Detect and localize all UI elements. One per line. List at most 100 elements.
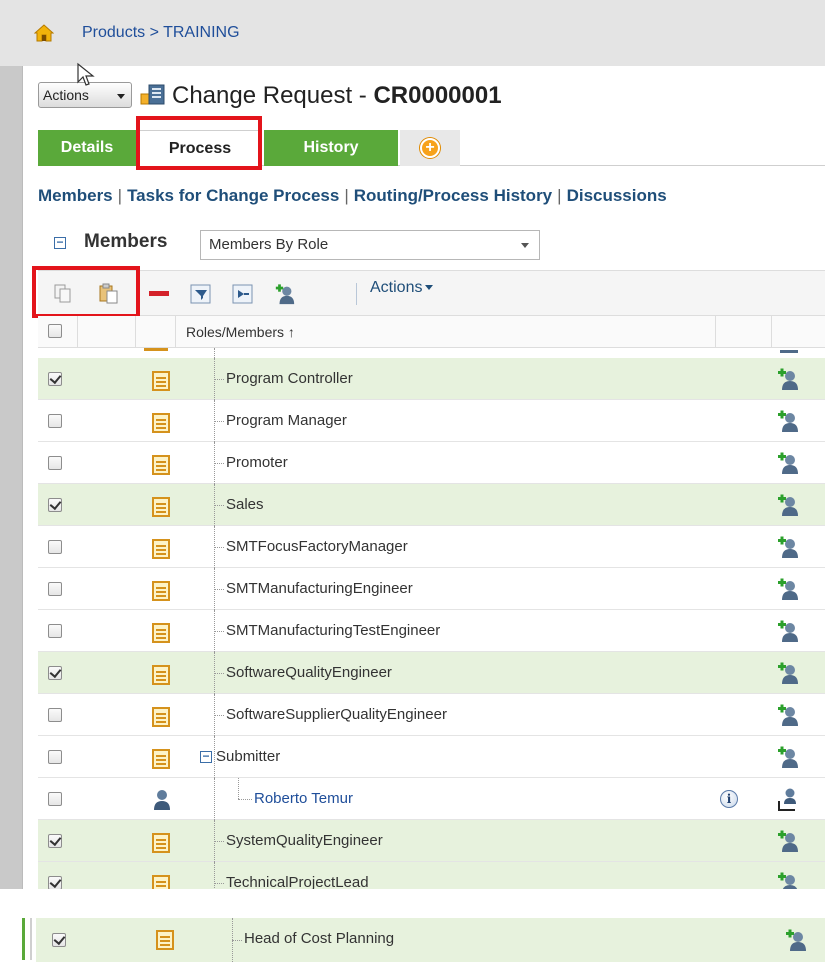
add-user-icon[interactable] <box>776 661 800 685</box>
table-row-head-of-cost-planning[interactable]: Head of Cost Planning <box>36 918 825 962</box>
member-name-link[interactable]: Roberto Temur <box>254 790 353 807</box>
tree-connector <box>214 736 215 778</box>
row-label[interactable]: Submitter <box>216 748 280 765</box>
row-label[interactable]: SMTManufacturingEngineer <box>226 580 413 597</box>
table-row[interactable]: SoftwareQualityEngineer <box>38 652 825 694</box>
add-user-icon[interactable] <box>274 283 296 305</box>
row-checkbox[interactable] <box>48 498 62 512</box>
row-checkbox[interactable] <box>48 666 62 680</box>
scroll-cut <box>22 889 825 903</box>
add-user-icon[interactable] <box>776 535 800 559</box>
table-row[interactable]: SoftwareSupplierQualityEngineer <box>38 694 825 736</box>
add-user-icon[interactable] <box>776 367 800 391</box>
header-cell <box>136 316 176 348</box>
role-icon <box>152 413 170 433</box>
collapse-icon[interactable]: − <box>54 236 66 249</box>
tree-connector <box>214 589 224 590</box>
row-checkbox[interactable] <box>48 750 62 764</box>
table-row[interactable]: SMTFocusFactoryManager <box>38 526 825 568</box>
row-checkbox[interactable] <box>48 540 62 554</box>
row-label[interactable]: SMTFocusFactoryManager <box>226 538 408 555</box>
add-user-icon[interactable] <box>776 451 800 475</box>
tree-connector <box>214 463 224 464</box>
table-row[interactable]: Promoter <box>38 442 825 484</box>
row-label[interactable]: Program Manager <box>226 412 347 429</box>
left-rail <box>0 66 22 889</box>
tree-connector <box>214 883 224 884</box>
tree-connector <box>214 673 224 674</box>
row-checkbox[interactable] <box>48 876 62 890</box>
filter-list-icon[interactable] <box>190 283 212 305</box>
table-row[interactable]: SMTManufacturingTestEngineer <box>38 610 825 652</box>
row-checkbox[interactable] <box>48 372 62 386</box>
row-checkbox[interactable] <box>48 624 62 638</box>
add-user-icon[interactable] <box>776 409 800 433</box>
table-row[interactable]: − Submitter <box>38 736 825 778</box>
row-label[interactable]: Promoter <box>226 454 288 471</box>
row-checkbox[interactable] <box>48 456 62 470</box>
user-icon <box>154 790 170 810</box>
add-user-icon[interactable] <box>776 745 800 769</box>
row-checkbox[interactable] <box>48 582 62 596</box>
subnav-routing-history[interactable]: Routing/Process History <box>354 186 552 205</box>
row-label[interactable]: Sales <box>226 496 264 513</box>
home-icon[interactable] <box>34 24 54 42</box>
members-view-selected: Members By Role <box>209 236 329 253</box>
table-row[interactable]: Program Manager <box>38 400 825 442</box>
table-row-member[interactable]: Roberto Temur i <box>38 778 825 820</box>
role-icon <box>152 539 170 559</box>
table-row[interactable]: SMTManufacturingEngineer <box>38 568 825 610</box>
row-checkbox[interactable] <box>48 792 62 806</box>
tree-connector <box>214 421 224 422</box>
row-label[interactable]: SMTManufacturingTestEngineer <box>226 622 440 639</box>
row-checkbox[interactable] <box>48 834 62 848</box>
collapse-node-icon[interactable]: − <box>200 750 212 763</box>
tree-connector <box>238 799 252 800</box>
row-label[interactable]: SoftwareSupplierQualityEngineer <box>226 706 447 723</box>
add-user-icon[interactable] <box>776 493 800 517</box>
tab-history[interactable]: History <box>264 130 398 166</box>
remove-user-icon[interactable] <box>776 786 800 812</box>
select-all-checkbox[interactable] <box>48 324 62 338</box>
expand-all-icon[interactable] <box>232 283 254 305</box>
tab-details[interactable]: Details <box>38 130 136 166</box>
add-user-icon[interactable] <box>776 577 800 601</box>
row-checkbox[interactable] <box>48 414 62 428</box>
column-header-roles-members[interactable]: Roles/Members ↑ <box>186 324 295 340</box>
change-request-icon <box>140 84 165 105</box>
remove-icon[interactable] <box>148 283 170 305</box>
subnav-separator: | <box>117 186 123 205</box>
sort-ascending-icon: ↑ <box>287 324 295 340</box>
tree-connector <box>214 505 224 506</box>
row-checkbox[interactable] <box>52 933 66 947</box>
toolbar-actions-menu[interactable]: Actions <box>370 279 434 297</box>
table-row[interactable]: Program Controller <box>38 358 825 400</box>
subnav-separator: | <box>344 186 349 205</box>
column-header-label: Roles/Members <box>186 324 285 340</box>
scrolled-row-peek <box>38 348 825 358</box>
bottom-rail-grey <box>30 918 32 960</box>
row-label[interactable]: SystemQualityEngineer <box>226 832 383 849</box>
tree-connector <box>238 778 239 799</box>
subnav-tasks[interactable]: Tasks for Change Process <box>127 186 339 205</box>
add-user-icon[interactable] <box>784 928 808 952</box>
breadcrumb[interactable]: Products > TRAINING <box>82 24 240 42</box>
add-user-icon[interactable] <box>776 619 800 643</box>
members-view-select[interactable]: Members By Role <box>200 230 540 260</box>
add-user-icon[interactable] <box>776 829 800 853</box>
toolbar-separator <box>356 283 357 305</box>
add-user-icon[interactable] <box>776 703 800 727</box>
members-section-title: Members <box>84 231 168 252</box>
subnav-members[interactable]: Members <box>38 186 113 205</box>
row-label[interactable]: SoftwareQualityEngineer <box>226 664 392 681</box>
actions-menu-label: Actions <box>43 87 89 103</box>
row-label[interactable]: Head of Cost Planning <box>244 930 394 947</box>
info-icon[interactable]: i <box>720 790 738 808</box>
table-row[interactable]: Sales <box>38 484 825 526</box>
row-checkbox[interactable] <box>48 708 62 722</box>
row-label[interactable]: Program Controller <box>226 370 353 387</box>
table-row[interactable]: SystemQualityEngineer <box>38 820 825 862</box>
add-tab-button[interactable]: + <box>400 130 460 166</box>
role-icon <box>152 665 170 685</box>
subnav-discussions[interactable]: Discussions <box>567 186 667 205</box>
